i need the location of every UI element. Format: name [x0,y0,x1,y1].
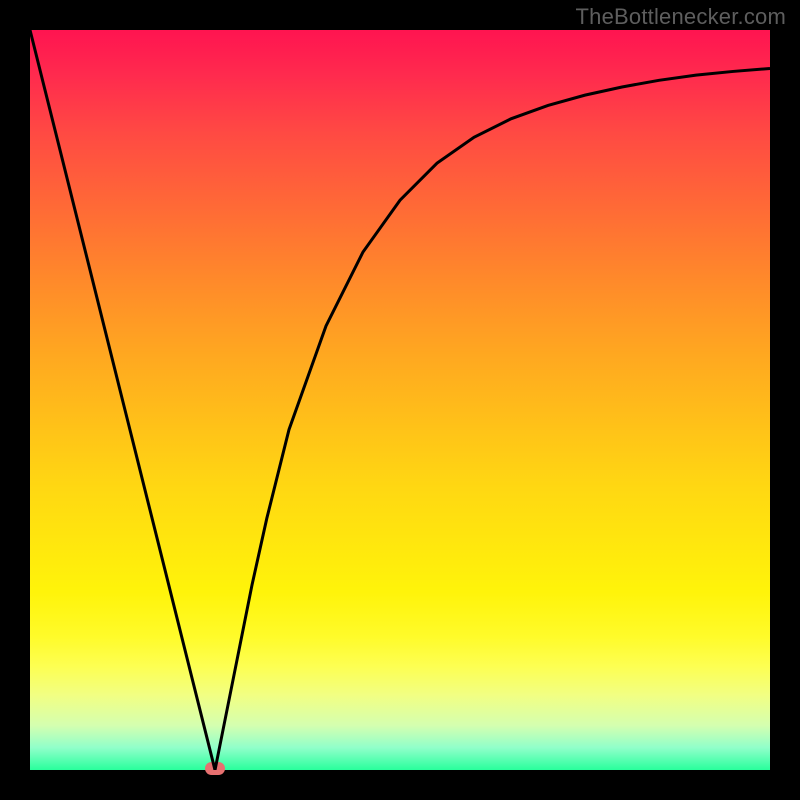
bottleneck-curve [30,30,770,770]
curve-path [30,30,770,770]
watermark-text: TheBottlenecker.com [576,4,786,30]
chart-container: TheBottlenecker.com [0,0,800,800]
plot-area [30,30,770,770]
